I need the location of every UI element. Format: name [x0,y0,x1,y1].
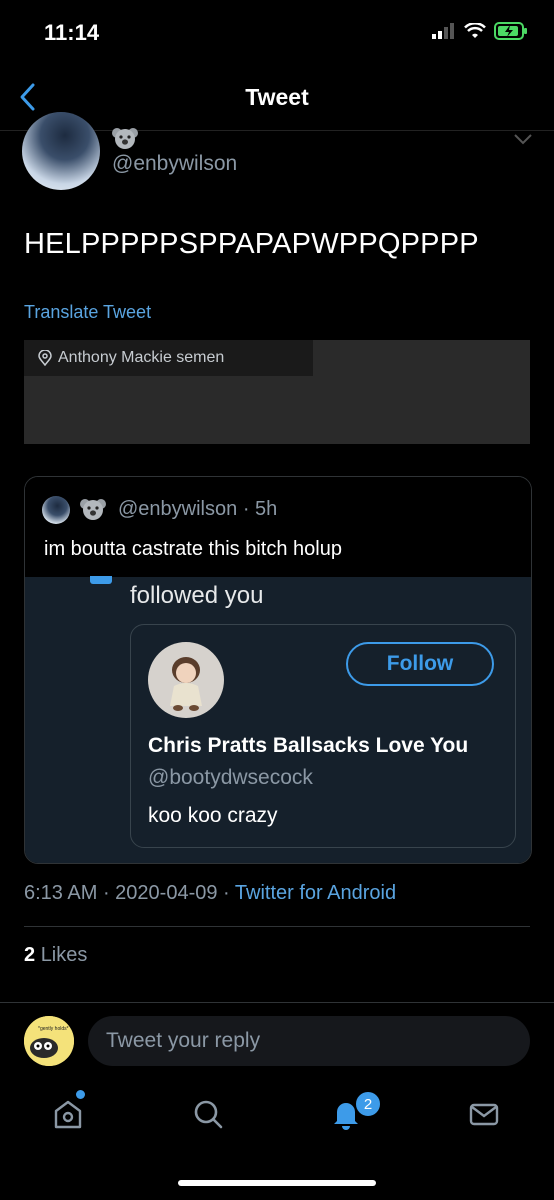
tweet-date: 2020-04-09 [115,882,218,904]
divider [0,1002,554,1003]
page-title: Tweet [245,84,309,110]
chevron-down-icon [514,134,532,145]
status-icons [432,22,528,40]
wifi-icon [464,23,486,38]
koala-emoji-icon [112,128,138,149]
tab-search[interactable] [188,1094,228,1134]
follow-notification-icon [90,576,112,584]
likes-label: Likes [40,944,88,966]
redacted-block [24,376,314,444]
tab-messages[interactable] [464,1094,504,1134]
status-time: 11:14 [44,20,100,45]
new-content-dot [76,1090,85,1099]
user-card-name: Chris Pratts Ballsacks Love You [148,734,469,757]
followed-notice: followed you [130,582,264,609]
tweet-client-link[interactable]: Twitter for Android [235,882,396,904]
follow-button[interactable]: Follow [346,642,494,686]
redacted-block [313,340,530,444]
author-avatar[interactable] [22,112,100,190]
quoted-handle-line: @enbywilson · 5h [118,498,277,521]
search-icon [194,1100,223,1129]
reply-input[interactable] [88,1016,530,1066]
likes-count[interactable]: 2 Likes [24,944,87,967]
my-avatar[interactable]: *gently holds* [24,1016,74,1066]
user-card-handle: @bootydwsecock [148,766,313,789]
quoted-time: · 5h [242,498,278,520]
tweet-options-button[interactable] [514,132,532,150]
cartoon-avatar-icon: *gently holds* [24,1016,74,1066]
location-tag[interactable]: Anthony Mackie semen [38,349,224,367]
battery-charging-icon [494,22,527,40]
home-indicator [178,1180,376,1186]
user-card-avatar [148,642,224,718]
avatar-caption: *gently holds* [38,1026,69,1032]
koala-emoji-icon [80,499,106,520]
tab-home[interactable] [48,1094,88,1134]
tweet-text: HELPPPPPSPPAPAPWPPQPPPP [24,228,479,260]
location-pin-icon [38,350,52,366]
home-icon [54,1100,82,1129]
likes-number: 2 [24,944,36,966]
user-card-bio: koo koo crazy [148,804,278,827]
divider [24,926,530,927]
quoted-handle: @enbywilson [118,498,238,520]
tweet-meta: 6:13 AM · 2020-04-09 · Twitter for Andro… [24,882,397,904]
doll-avatar-icon [170,657,202,711]
mail-icon [469,1103,499,1126]
quoted-text: im boutta castrate this bitch holup [44,538,342,560]
tweet-time: 6:13 AM [24,882,98,904]
quoted-tweet-header [25,477,531,577]
location-label: Anthony Mackie semen [58,349,225,366]
translate-tweet-link[interactable]: Translate Tweet [24,302,151,323]
quoted-author-avatar [42,496,70,524]
notifications-badge: 2 [354,1090,382,1118]
signal-icon [432,23,454,39]
author-handle[interactable]: @enbywilson [112,152,237,176]
